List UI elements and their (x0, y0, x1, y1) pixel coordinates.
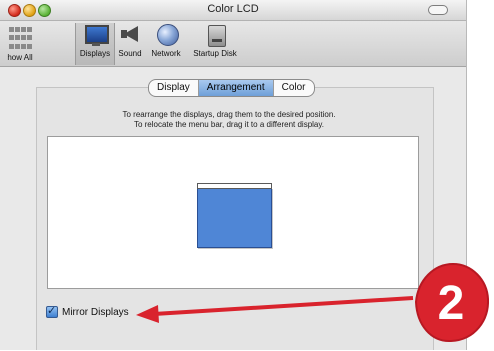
toolbar-displays[interactable]: Displays (75, 23, 115, 65)
preferences-toolbar: how All Displays Sound Network Startup D (0, 21, 466, 67)
menu-bar-handle[interactable] (197, 183, 272, 189)
grid-icon (6, 23, 34, 51)
instruction-line-1: To rearrange the displays, drag them to … (122, 110, 336, 119)
mirror-displays-checkbox[interactable] (46, 304, 58, 318)
mirror-displays-control[interactable]: Mirror Displays (46, 304, 129, 318)
display-icon (81, 23, 109, 47)
toolbar-label: Sound (118, 49, 142, 58)
instruction-line-2: To relocate the menu bar, drag it to a d… (133, 120, 325, 129)
display-arrangement-area[interactable] (47, 136, 419, 289)
step-callout: 2 (408, 258, 493, 346)
system-preferences-window: Color LCD how All Displays Sound Network… (0, 0, 467, 350)
tab-color[interactable]: Color (274, 80, 314, 96)
disk-icon (201, 23, 229, 47)
tab-bar: Display Arrangement Color (148, 79, 315, 97)
globe-icon (152, 23, 180, 47)
displays-pane: Display Arrangement Color To rearrange t… (0, 67, 466, 350)
tab-arrangement[interactable]: Arrangement (198, 80, 274, 96)
toolbar-toggle-button[interactable] (428, 5, 448, 15)
callout-number: 2 (438, 277, 465, 330)
toolbar-startup-disk[interactable]: Startup Disk (189, 23, 241, 65)
speaker-icon (116, 23, 144, 47)
window-title: Color LCD (207, 3, 259, 15)
toolbar-label: how All (7, 53, 33, 62)
display-thumbnail[interactable] (197, 183, 272, 248)
tab-display[interactable]: Display (149, 80, 199, 96)
toolbar-label: Startup Disk (193, 49, 237, 58)
callout-badge-icon: 2 (414, 262, 490, 343)
toolbar-label: Displays (79, 49, 111, 58)
toolbar-network[interactable]: Network (147, 23, 185, 65)
arrangement-instructions: To rearrange the displays, drag them to … (44, 110, 414, 130)
toolbar-sound[interactable]: Sound (115, 23, 145, 65)
toolbar-label: Network (151, 49, 181, 58)
title-bar[interactable]: Color LCD (0, 0, 466, 21)
toolbar-show-all[interactable]: how All (2, 23, 38, 65)
mirror-displays-label: Mirror Displays (62, 306, 129, 318)
